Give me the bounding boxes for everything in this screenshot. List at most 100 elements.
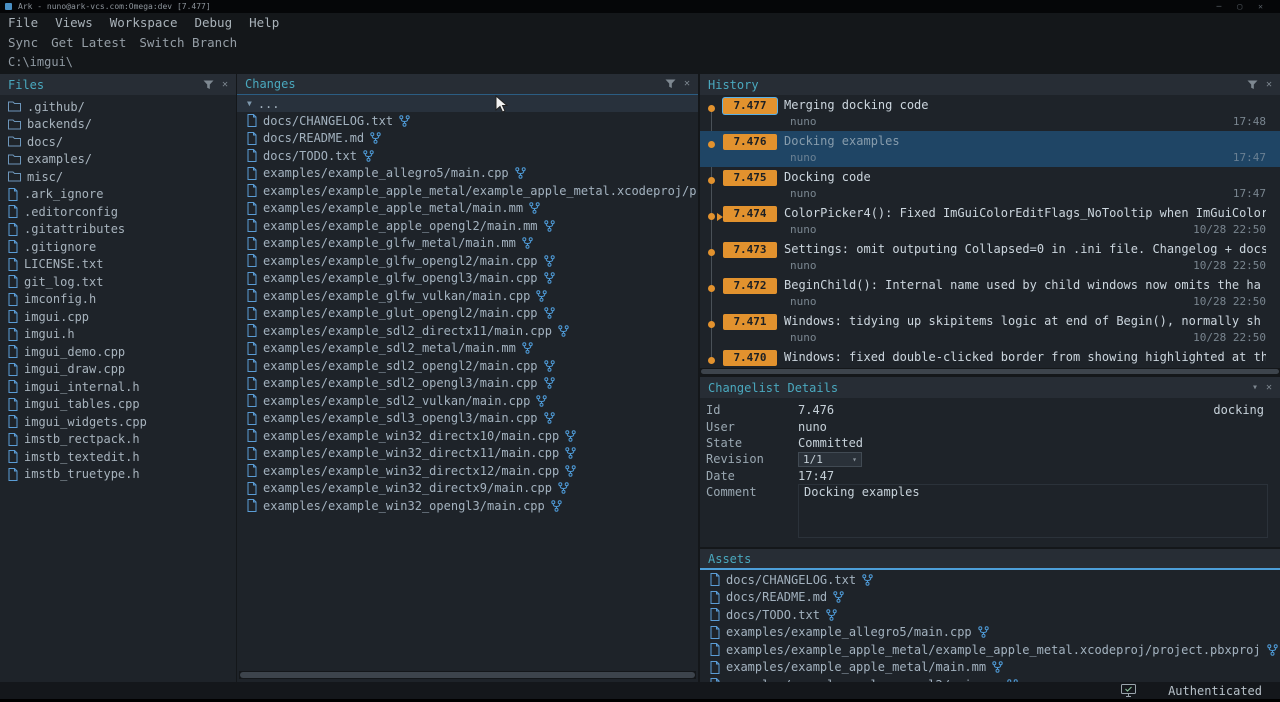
file-tree-item[interactable]: imgui.cpp: [0, 308, 236, 326]
file-tree-item[interactable]: LICENSE.txt: [0, 256, 236, 274]
file-tree-item[interactable]: backends/: [0, 116, 236, 134]
changed-file-row[interactable]: docs/CHANGELOG.txt: [237, 112, 698, 130]
file-icon: [247, 394, 257, 407]
file-tree-item[interactable]: imgui_widgets.cpp: [0, 413, 236, 431]
changed-file-row[interactable]: examples/example_apple_metal/main.mm: [237, 200, 698, 218]
file-icon: [8, 223, 18, 236]
close-panel-icon[interactable]: ✕: [1266, 80, 1272, 90]
file-tree-item[interactable]: misc/: [0, 168, 236, 186]
filter-icon[interactable]: [665, 79, 676, 89]
menu-item[interactable]: File: [8, 15, 38, 30]
changed-file-row[interactable]: docs/CHANGELOG.txt: [700, 571, 1280, 589]
file-icon: [247, 184, 257, 197]
file-tree-item[interactable]: imgui.h: [0, 326, 236, 344]
branch-icon: [529, 202, 540, 214]
history-commit-row[interactable]: 7.477 Merging docking code nuno 17:48: [700, 95, 1280, 131]
close-panel-icon[interactable]: ✕: [684, 79, 690, 89]
file-tree-item[interactable]: .gitignore: [0, 238, 236, 256]
file-tree-item[interactable]: imconfig.h: [0, 291, 236, 309]
file-name: .ark_ignore: [24, 187, 103, 201]
file-tree-item[interactable]: .ark_ignore: [0, 186, 236, 204]
close-panel-icon[interactable]: ✕: [222, 80, 228, 90]
changed-file-row[interactable]: examples/example_allegro5/main.cpp: [700, 624, 1280, 642]
file-tree-item[interactable]: imgui_internal.h: [0, 378, 236, 396]
horizontal-scrollbar: [700, 368, 1280, 375]
changed-file-row[interactable]: examples/example_win32_directx11/main.cp…: [237, 445, 698, 463]
toolbar-button[interactable]: Switch Branch: [139, 35, 237, 50]
file-tree-item[interactable]: imgui_demo.cpp: [0, 343, 236, 361]
date-value: 17:47: [798, 469, 834, 483]
window-controls: ─ ▢ ✕: [1217, 2, 1275, 11]
changed-file-row[interactable]: examples/example_sdl2_directx11/main.cpp: [237, 322, 698, 340]
file-icon: [8, 380, 18, 393]
revision-badge: 7.477: [723, 98, 777, 114]
toolbar-button[interactable]: Sync: [8, 35, 38, 50]
file-icon: [710, 608, 720, 621]
history-commit-row[interactable]: 7.473 Settings: omit outputing Collapsed…: [700, 239, 1280, 275]
file-tree-item[interactable]: .gitattributes: [0, 221, 236, 239]
changed-file-row[interactable]: examples/example_sdl2_opengl2/main.cpp: [237, 357, 698, 375]
changed-file-row[interactable]: examples/example_apple_metal/example_app…: [700, 641, 1280, 659]
changed-file-row[interactable]: examples/example_win32_directx10/main.cp…: [237, 427, 698, 445]
branch-icon: [565, 430, 576, 442]
scrollbar-thumb[interactable]: [240, 672, 695, 678]
file-icon: [247, 254, 257, 267]
changed-file-row[interactable]: examples/example_sdl2_metal/main.mm: [237, 340, 698, 358]
changed-file-row[interactable]: examples/example_glfw_vulkan/main.cpp: [237, 287, 698, 305]
scrollbar-thumb[interactable]: [701, 369, 1279, 374]
menu-item[interactable]: Help: [249, 15, 279, 30]
changed-file-row[interactable]: examples/example_sdl2_opengl3/main.cpp: [237, 375, 698, 393]
filter-icon[interactable]: [203, 80, 214, 90]
changed-file-row[interactable]: docs/README.md: [700, 589, 1280, 607]
changed-file-row[interactable]: examples/example_apple_metal/main.mm: [700, 659, 1280, 677]
changed-file-row[interactable]: examples/example_glfw_metal/main.mm: [237, 235, 698, 253]
changed-file-row[interactable]: examples/example_apple_metal/example_app…: [237, 182, 698, 200]
history-commit-row[interactable]: 7.471 Windows: tidying up skipitems logi…: [700, 311, 1280, 347]
changed-file-row[interactable]: examples/example_apple_opengl2/main.mm: [237, 217, 698, 235]
changed-file-row[interactable]: examples/example_glut_opengl2/main.cpp: [237, 305, 698, 323]
file-tree-item[interactable]: imstb_truetype.h: [0, 466, 236, 484]
close-panel-icon[interactable]: ✕: [1266, 383, 1272, 393]
commit-time: 10/28 22:50: [1193, 331, 1266, 344]
menu-item[interactable]: Views: [55, 15, 93, 30]
toolbar-button[interactable]: Get Latest: [51, 35, 126, 50]
maximize-button[interactable]: ▢: [1237, 2, 1242, 11]
minimize-button[interactable]: ─: [1217, 2, 1222, 11]
changed-file-row[interactable]: docs/README.md: [237, 130, 698, 148]
history-commit-row[interactable]: 7.472 BeginChild(): Internal name used b…: [700, 275, 1280, 311]
history-commit-row[interactable]: 7.475 Docking code nuno 17:47: [700, 167, 1280, 203]
changed-file-path: examples/example_apple_metal/example_app…: [263, 184, 698, 198]
menu-item[interactable]: Debug: [194, 15, 232, 30]
changed-file-row[interactable]: examples/example_sdl3_opengl3/main.cpp: [237, 410, 698, 428]
file-tree-item[interactable]: .editorconfig: [0, 203, 236, 221]
changed-file-path: docs/CHANGELOG.txt: [263, 114, 393, 128]
changed-file-row[interactable]: examples/example_allegro5/main.cpp: [237, 165, 698, 183]
file-tree-item[interactable]: imgui_tables.cpp: [0, 396, 236, 414]
changed-file-row[interactable]: examples/example_win32_directx12/main.cp…: [237, 462, 698, 480]
file-tree-item[interactable]: .github/: [0, 98, 236, 116]
file-tree-item[interactable]: git_log.txt: [0, 273, 236, 291]
file-tree-item[interactable]: docs/: [0, 133, 236, 151]
changed-file-row[interactable]: examples/example_glfw_opengl2/main.cpp: [237, 252, 698, 270]
history-commit-row[interactable]: 7.470 Windows: fixed double-clicked bord…: [700, 347, 1280, 368]
file-tree-item[interactable]: examples/: [0, 151, 236, 169]
changed-file-row[interactable]: docs/TODO.txt: [237, 147, 698, 165]
menu-item[interactable]: Workspace: [110, 15, 178, 30]
file-tree-item[interactable]: imstb_rectpack.h: [0, 431, 236, 449]
history-commit-row[interactable]: 7.474 ColorPicker4(): Fixed ImGuiColorEd…: [700, 203, 1280, 239]
revision-dropdown[interactable]: 1/1 ▾: [798, 452, 862, 467]
file-icon: [710, 661, 720, 674]
changed-file-row[interactable]: examples/example_glfw_opengl3/main.cpp: [237, 270, 698, 288]
filter-icon[interactable]: [1247, 80, 1258, 90]
changes-expand-row[interactable]: ▼ ...: [237, 95, 698, 112]
history-commit-row[interactable]: 7.476 Docking examples nuno 17:47: [700, 131, 1280, 167]
changed-file-row[interactable]: examples/example_win32_directx9/main.cpp: [237, 480, 698, 498]
changed-file-row[interactable]: examples/example_win32_opengl3/main.cpp: [237, 497, 698, 515]
changed-file-row[interactable]: examples/example_sdl2_vulkan/main.cpp: [237, 392, 698, 410]
close-button[interactable]: ✕: [1258, 2, 1263, 11]
file-tree-item[interactable]: imgui_draw.cpp: [0, 361, 236, 379]
changed-file-row[interactable]: docs/TODO.txt: [700, 606, 1280, 624]
chevron-down-icon[interactable]: ▾: [1252, 383, 1258, 393]
revision-value: 1/1: [803, 453, 823, 466]
file-tree-item[interactable]: imstb_textedit.h: [0, 448, 236, 466]
